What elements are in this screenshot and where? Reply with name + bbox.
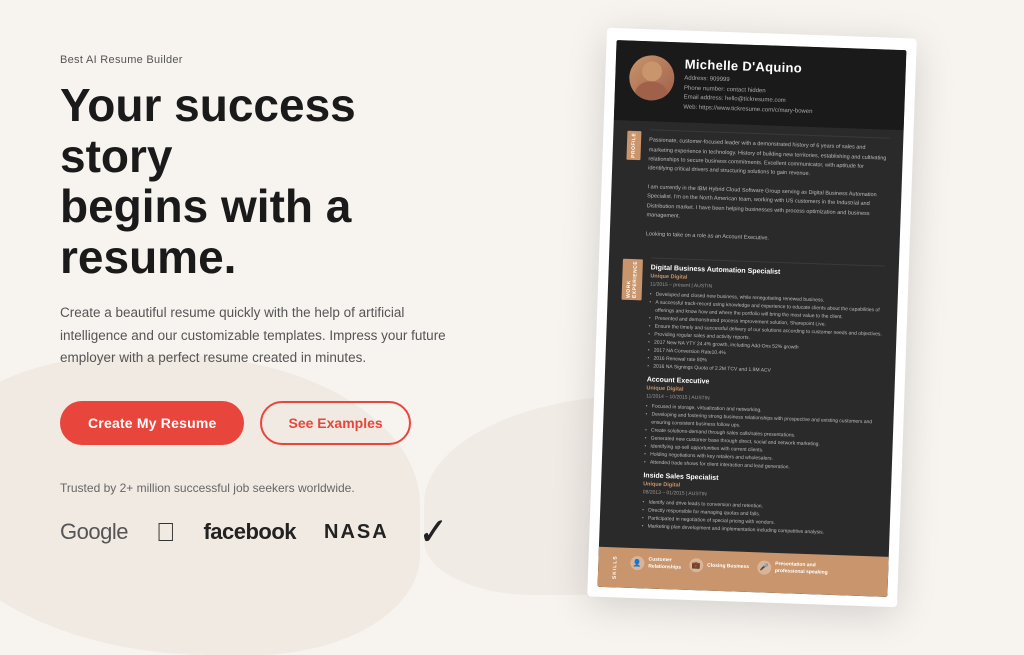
profile-section-header: PROFILE Passionate, customer-focused lea… bbox=[624, 129, 890, 248]
work-label: WORKEXPERIENCE bbox=[622, 259, 643, 301]
job-3: Inside Sales Specialist Unique Digital 0… bbox=[642, 472, 878, 538]
resume-wrapper: Michelle D'Aquino Address: 909999 Phone … bbox=[597, 33, 907, 602]
main-container: Best AI Resume Builder Your success stor… bbox=[0, 0, 1024, 595]
trusted-text: Trusted by 2+ million successful job see… bbox=[60, 481, 460, 495]
job-2: Account Executive Unique Digital 11/2014… bbox=[644, 377, 881, 475]
left-panel: Best AI Resume Builder Your success stor… bbox=[0, 4, 520, 591]
job-1: Digital Business Automation Specialist U… bbox=[647, 265, 885, 379]
skill-3-icon: 🎤 bbox=[757, 561, 771, 575]
resume-profile-text: Passionate, customer-focused leader with… bbox=[646, 137, 889, 248]
resume-contact: Address: 909999 Phone number: contact hi… bbox=[683, 75, 891, 121]
profile-section: PROFILE Passionate, customer-focused lea… bbox=[609, 120, 903, 262]
brands-row: Google  facebook NASA ✓ bbox=[60, 513, 460, 551]
work-section: WORKEXPERIENCE Digital Business Automati… bbox=[599, 252, 899, 557]
skill-2: 💼 Closing Business bbox=[689, 558, 749, 574]
headline-line2: begins with a resume. bbox=[60, 180, 351, 283]
see-examples-button[interactable]: See Examples bbox=[260, 401, 410, 445]
resume-inner: Michelle D'Aquino Address: 909999 Phone … bbox=[598, 40, 907, 597]
profile-label: PROFILE bbox=[626, 131, 641, 161]
tagline: Best AI Resume Builder bbox=[60, 54, 460, 66]
skill-3-text: Presentation andprofessional speaking bbox=[775, 561, 828, 577]
skill-3: 🎤 Presentation andprofessional speaking bbox=[757, 561, 828, 577]
skills-label: SKILLS bbox=[612, 555, 619, 579]
skill-1-text: CustomerRelationships bbox=[648, 557, 681, 572]
create-resume-button[interactable]: Create My Resume bbox=[60, 401, 244, 445]
nasa-logo: NASA bbox=[324, 521, 389, 544]
skill-1: 👤 CustomerRelationships bbox=[630, 556, 681, 572]
google-logo: Google bbox=[60, 519, 128, 545]
skill-1-icon: 👤 bbox=[630, 556, 644, 570]
buttons-row: Create My Resume See Examples bbox=[60, 401, 460, 445]
work-section-header: WORKEXPERIENCE Digital Business Automati… bbox=[613, 257, 885, 543]
facebook-logo: facebook bbox=[203, 519, 296, 545]
apple-logo:  bbox=[156, 517, 176, 548]
skill-2-text: Closing Business bbox=[707, 562, 749, 570]
skill-2-icon: 💼 bbox=[689, 558, 703, 572]
description: Create a beautiful resume quickly with t… bbox=[60, 302, 460, 369]
resume-card: Michelle D'Aquino Address: 909999 Phone … bbox=[587, 28, 917, 607]
right-panel: Michelle D'Aquino Address: 909999 Phone … bbox=[520, 0, 1024, 595]
headline-line1: Your success story bbox=[60, 79, 356, 182]
resume-header: Michelle D'Aquino Address: 909999 Phone … bbox=[614, 40, 907, 130]
resume-name-block: Michelle D'Aquino Address: 909999 Phone … bbox=[683, 57, 892, 121]
resume-avatar bbox=[629, 55, 676, 102]
nike-logo: ✓ bbox=[414, 511, 447, 553]
headline: Your success story begins with a resume. bbox=[60, 80, 460, 282]
